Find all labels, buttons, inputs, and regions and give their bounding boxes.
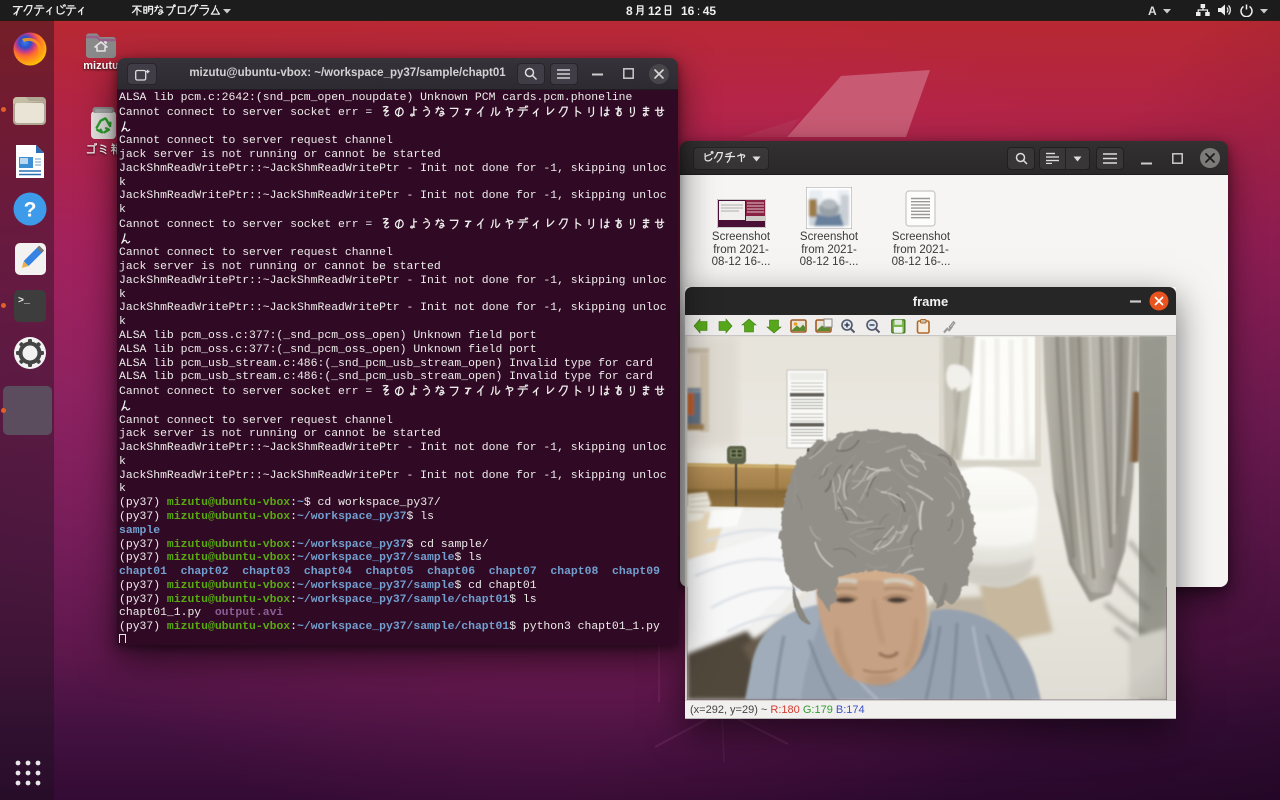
svg-text:?: ?: [24, 199, 37, 222]
svg-text:>_: >_: [18, 296, 31, 307]
